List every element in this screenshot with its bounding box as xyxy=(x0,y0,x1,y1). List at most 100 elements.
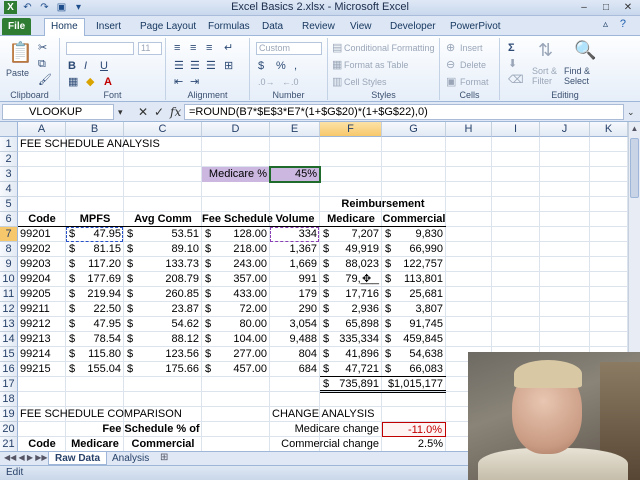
row-header-18[interactable]: 18 xyxy=(0,392,18,407)
increase-indent-icon[interactable]: ⇥ xyxy=(190,76,199,88)
medicare-change-label[interactable]: Medicare change xyxy=(260,422,382,437)
column-header-k[interactable]: K xyxy=(590,122,628,137)
underline-icon[interactable]: U xyxy=(100,60,108,72)
sheet-nav-icon[interactable]: ◀◀ ◀ ▶ ▶▶ xyxy=(4,453,48,462)
comparison-subheader[interactable]: Fee Schedule % of xyxy=(76,422,226,437)
fee-schedule-cell[interactable]: 243.00 xyxy=(202,257,270,272)
medicare-reimbursement-cell[interactable]: 7,207 xyxy=(320,227,382,242)
row-header-20[interactable]: 20 xyxy=(0,422,18,437)
name-box[interactable]: VLOOKUP xyxy=(2,104,114,120)
cpt-code-cell[interactable]: 99213 xyxy=(18,332,66,347)
medicare-change-value[interactable]: -11.0% xyxy=(382,422,446,437)
clear-icon[interactable]: ⌫ xyxy=(508,74,524,86)
column-header-b[interactable]: B xyxy=(66,122,124,137)
commercial-change-value[interactable]: 2.5% xyxy=(382,437,446,451)
minimize-icon[interactable]: – xyxy=(574,1,594,14)
expand-formula-bar-icon[interactable]: ⌄ xyxy=(627,105,635,119)
header-code[interactable]: Code xyxy=(18,212,66,227)
sheet-tab-raw-data[interactable]: Raw Data xyxy=(48,452,108,465)
comparison-medicare-header[interactable]: Medicare xyxy=(66,437,124,451)
header-commercial[interactable]: Commercial xyxy=(382,212,446,227)
volume-cell[interactable]: 334 xyxy=(270,227,320,242)
commercial-total-cell[interactable]: $1,015,177 xyxy=(382,377,446,393)
font-name-combo[interactable] xyxy=(66,42,134,55)
delete-cells-button[interactable]: Delete xyxy=(460,60,486,70)
autosum-icon[interactable]: Σ xyxy=(508,42,515,54)
row-header-17[interactable]: 17 xyxy=(0,377,18,392)
copy-icon[interactable]: ⧉ xyxy=(38,58,46,70)
cpt-code-cell[interactable]: 99203 xyxy=(18,257,66,272)
medicare-reimbursement-cell[interactable]: 41,896 xyxy=(320,347,382,362)
paste-icon[interactable]: 📋 xyxy=(8,42,33,64)
medicare-reimbursement-cell[interactable]: 88,023 xyxy=(320,257,382,272)
commercial-reimbursement-cell[interactable]: 113,801 xyxy=(382,272,446,287)
avg-comm-cell[interactable]: 54.62 xyxy=(124,317,202,332)
mpfs-cell[interactable]: 81.15 xyxy=(66,242,124,257)
fee-schedule-cell[interactable]: 80.00 xyxy=(202,317,270,332)
cell-styles-icon[interactable]: ▥ xyxy=(332,76,342,88)
volume-cell[interactable]: 179 xyxy=(270,287,320,302)
enter-icon[interactable]: ✓ xyxy=(154,105,164,119)
cpt-code-cell[interactable]: 99201 xyxy=(18,227,66,242)
header-fee-schedule[interactable]: Fee Schedule xyxy=(202,212,273,227)
row-header-2[interactable]: 2 xyxy=(0,152,18,167)
fee-schedule-cell[interactable]: 457.00 xyxy=(202,362,270,377)
increase-decimal-icon[interactable]: .0→ xyxy=(258,76,275,88)
medicare-reimbursement-cell[interactable]: 47,721 xyxy=(320,362,382,377)
comparison-code-header[interactable]: Code xyxy=(18,437,66,451)
tab-developer[interactable]: Developer xyxy=(384,19,442,36)
decrease-decimal-icon[interactable]: ←.0 xyxy=(282,76,299,88)
column-header-c[interactable]: C xyxy=(124,122,202,137)
format-cells-button[interactable]: Format xyxy=(460,77,489,87)
conditional-formatting-icon[interactable]: ▤ xyxy=(332,42,342,54)
sort-filter-icon[interactable]: ⇅ xyxy=(538,40,553,60)
row-header-3[interactable]: 3 xyxy=(0,167,18,182)
row-header-14[interactable]: 14 xyxy=(0,332,18,347)
cpt-code-cell[interactable]: 99205 xyxy=(18,287,66,302)
header-medicare[interactable]: Medicare xyxy=(320,212,382,227)
mpfs-cell[interactable]: 22.50 xyxy=(66,302,124,317)
cpt-code-cell[interactable]: 99214 xyxy=(18,347,66,362)
column-header-e[interactable]: E xyxy=(270,122,320,137)
sheet-title[interactable]: FEE SCHEDULE ANALYSIS xyxy=(18,137,218,152)
header-avg-comm[interactable]: Avg Comm xyxy=(124,212,202,227)
align-right-icon[interactable]: ☰ xyxy=(206,60,216,72)
mpfs-cell[interactable]: 78.54 xyxy=(66,332,124,347)
avg-comm-cell[interactable]: 53.51 xyxy=(124,227,202,242)
medicare-reimbursement-cell[interactable]: 17,716 xyxy=(320,287,382,302)
tab-view[interactable]: View xyxy=(344,19,378,36)
delete-cells-icon[interactable]: ⊖ xyxy=(446,59,455,71)
avg-comm-cell[interactable]: 123.56 xyxy=(124,347,202,362)
conditional-formatting-button[interactable]: Conditional Formatting xyxy=(344,43,435,53)
find-button-label[interactable]: Find & xyxy=(564,66,590,76)
column-header-f[interactable]: F xyxy=(320,122,382,137)
mpfs-cell[interactable]: 219.94 xyxy=(66,287,124,302)
currency-icon[interactable]: $ xyxy=(258,60,264,72)
borders-icon[interactable]: ▦ xyxy=(68,76,78,88)
insert-cells-button[interactable]: Insert xyxy=(460,43,483,53)
align-bottom-icon[interactable]: ≡ xyxy=(206,42,212,54)
cpt-code-cell[interactable]: 99211 xyxy=(18,302,66,317)
fill-icon[interactable]: ⬇ xyxy=(508,58,517,70)
mpfs-cell[interactable]: 177.69 xyxy=(66,272,124,287)
commercial-reimbursement-cell[interactable]: 66,990 xyxy=(382,242,446,257)
tab-page-layout[interactable]: Page Layout xyxy=(134,19,202,36)
tab-powerpivot[interactable]: PowerPivot xyxy=(444,19,507,36)
insert-function-icon[interactable]: fx xyxy=(170,105,181,119)
italic-icon[interactable]: I xyxy=(84,60,87,72)
fill-color-icon[interactable]: ◆ xyxy=(86,76,94,88)
insert-sheet-icon[interactable]: ⊞ xyxy=(160,452,168,463)
commercial-change-label[interactable]: Commercial change xyxy=(260,437,382,451)
align-left-icon[interactable]: ☰ xyxy=(174,60,184,72)
format-painter-icon[interactable]: 🖌 xyxy=(38,74,52,86)
row-header-10[interactable]: 10 xyxy=(0,272,18,287)
find-select-icon[interactable]: 🔍 xyxy=(574,40,596,60)
align-center-icon[interactable]: ☰ xyxy=(190,60,200,72)
cut-icon[interactable]: ✂ xyxy=(38,42,47,54)
fee-schedule-cell[interactable]: 218.00 xyxy=(202,242,270,257)
mpfs-cell[interactable]: 117.20 xyxy=(66,257,124,272)
avg-comm-cell[interactable]: 89.10 xyxy=(124,242,202,257)
insert-cells-icon[interactable]: ⊕ xyxy=(446,42,455,54)
avg-comm-cell[interactable]: 133.73 xyxy=(124,257,202,272)
format-as-table-button[interactable]: Format as Table xyxy=(344,60,408,70)
